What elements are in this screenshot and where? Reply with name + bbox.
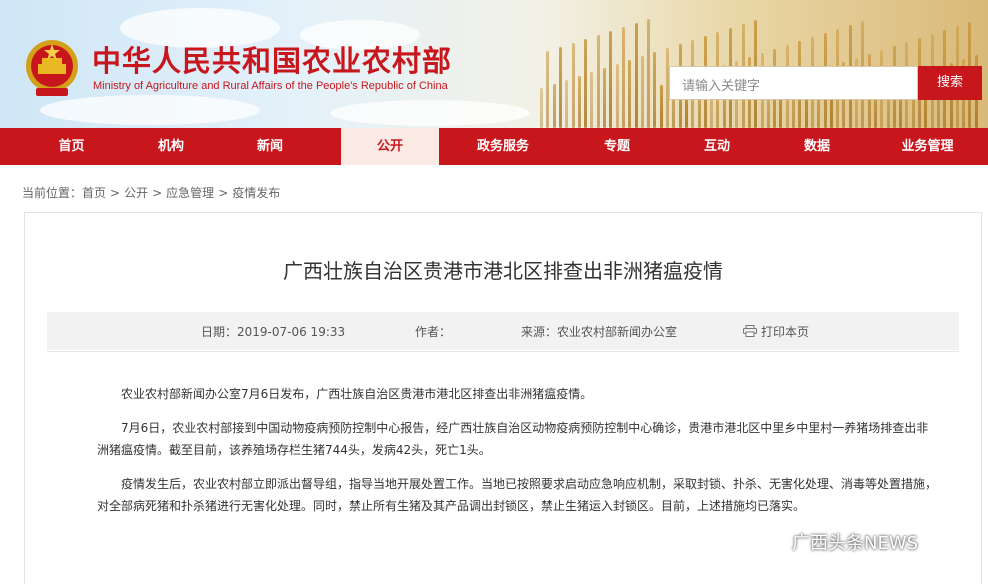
wheat-stalk-decoration xyxy=(603,68,606,128)
wheat-stalk-decoration xyxy=(659,85,663,128)
article-title: 广西壮族自治区贵港市港北区排查出非洲猪瘟疫情 xyxy=(283,259,723,283)
wheat-stalk-decoration xyxy=(640,56,644,128)
breadcrumb-link-home[interactable]: 首页 xyxy=(82,186,106,200)
wheat-stalk-decoration xyxy=(584,39,588,128)
breadcrumb-separator: > xyxy=(110,186,121,200)
wheat-stalk-decoration xyxy=(596,35,600,128)
article-body: 农业农村部新闻办公室7月6日发布，广西壮族自治区贵港市港北区排查出非洲猪瘟疫情。… xyxy=(97,383,939,529)
nav-item-business[interactable]: 业务管理 xyxy=(867,128,988,165)
nav-item-news[interactable]: 新闻 xyxy=(199,128,341,165)
print-label: 打印本页 xyxy=(761,325,810,339)
wheat-stalk-decoration xyxy=(621,27,625,128)
cloud-decoration xyxy=(40,95,260,125)
search-input[interactable]: 请输入关键字 xyxy=(669,66,918,100)
wheat-stalk-decoration xyxy=(609,31,613,128)
printer-icon xyxy=(743,325,757,337)
nav-item-public[interactable]: 公开 xyxy=(341,128,439,165)
search-button[interactable]: 搜索 xyxy=(918,66,982,100)
site-subtitle: Ministry of Agriculture and Rural Affair… xyxy=(93,80,448,92)
article-date: 日期：2019-07-06 19:33 xyxy=(201,325,346,339)
wheat-stalk-decoration xyxy=(546,51,550,128)
nav-item-services[interactable]: 政务服务 xyxy=(439,128,567,165)
article-meta-bar: 日期：2019-07-06 19:33 作者： 来源：农业农村部新闻办公室 打印… xyxy=(47,312,959,350)
breadcrumb-link-emergency[interactable]: 应急管理 xyxy=(166,186,214,200)
article-source: 来源：农业农村部新闻办公室 xyxy=(521,325,678,339)
breadcrumb-link-public[interactable]: 公开 xyxy=(124,186,148,200)
main-nav: 首页 机构 新闻 公开 政务服务 专题 互动 数据 业务管理 xyxy=(0,128,988,165)
breadcrumb-link-epidemic[interactable]: 疫情发布 xyxy=(232,186,280,200)
nav-item-organization[interactable]: 机构 xyxy=(143,128,199,165)
header-banner: 中华人民共和国农业农村部 Ministry of Agriculture and… xyxy=(0,0,988,128)
wheat-stalk-decoration xyxy=(615,64,619,128)
nav-item-topics[interactable]: 专题 xyxy=(567,128,667,165)
wheat-stalk-decoration xyxy=(552,84,556,128)
wheat-stalk-decoration xyxy=(565,80,569,128)
nav-item-data[interactable]: 数据 xyxy=(767,128,867,165)
nav-item-interaction[interactable]: 互动 xyxy=(667,128,767,165)
wheat-stalk-decoration xyxy=(628,60,632,128)
article-paragraph: 农业农村部新闻办公室7月6日发布，广西壮族自治区贵港市港北区排查出非洲猪瘟疫情。 xyxy=(121,387,593,401)
wechat-icon xyxy=(749,529,784,554)
breadcrumb-separator: > xyxy=(218,186,229,200)
nav-item-home[interactable]: 首页 xyxy=(0,128,143,165)
article-author: 作者： xyxy=(415,325,452,339)
watermark: 广西头条NEWS xyxy=(748,528,918,556)
print-link[interactable]: 打印本页 xyxy=(743,323,809,340)
cloud-decoration xyxy=(330,100,530,126)
wheat-stalk-decoration xyxy=(577,76,581,128)
breadcrumb-prefix: 当前位置： xyxy=(22,186,83,200)
wheat-stalk-decoration xyxy=(653,52,657,128)
site-title: 中华人民共和国农业农村部 xyxy=(92,44,453,78)
article-paragraph: 疫情发生后，农业农村部立即派出督导组，指导当地开展处置工作。当地已按照要求启动应… xyxy=(97,477,938,513)
wheat-stalk-decoration xyxy=(647,19,651,128)
breadcrumb: 当前位置：首页 > 公开 > 应急管理 > 疫情发布 xyxy=(22,184,280,201)
breadcrumb-separator: > xyxy=(152,186,163,200)
article-paragraph: 7月6日，农业农村部接到中国动物疫病预防控制中心报告，经广西壮族自治区动物疫病预… xyxy=(97,421,929,457)
national-emblem-icon xyxy=(26,40,78,96)
meta-divider xyxy=(47,351,959,352)
wheat-stalk-decoration xyxy=(634,23,638,128)
wheat-stalk-decoration xyxy=(558,47,562,128)
wheat-stalk-decoration xyxy=(590,72,594,128)
watermark-text: 广西头条NEWS xyxy=(792,533,919,554)
wheat-stalk-decoration xyxy=(571,43,575,128)
wheat-stalk-decoration xyxy=(540,88,543,128)
